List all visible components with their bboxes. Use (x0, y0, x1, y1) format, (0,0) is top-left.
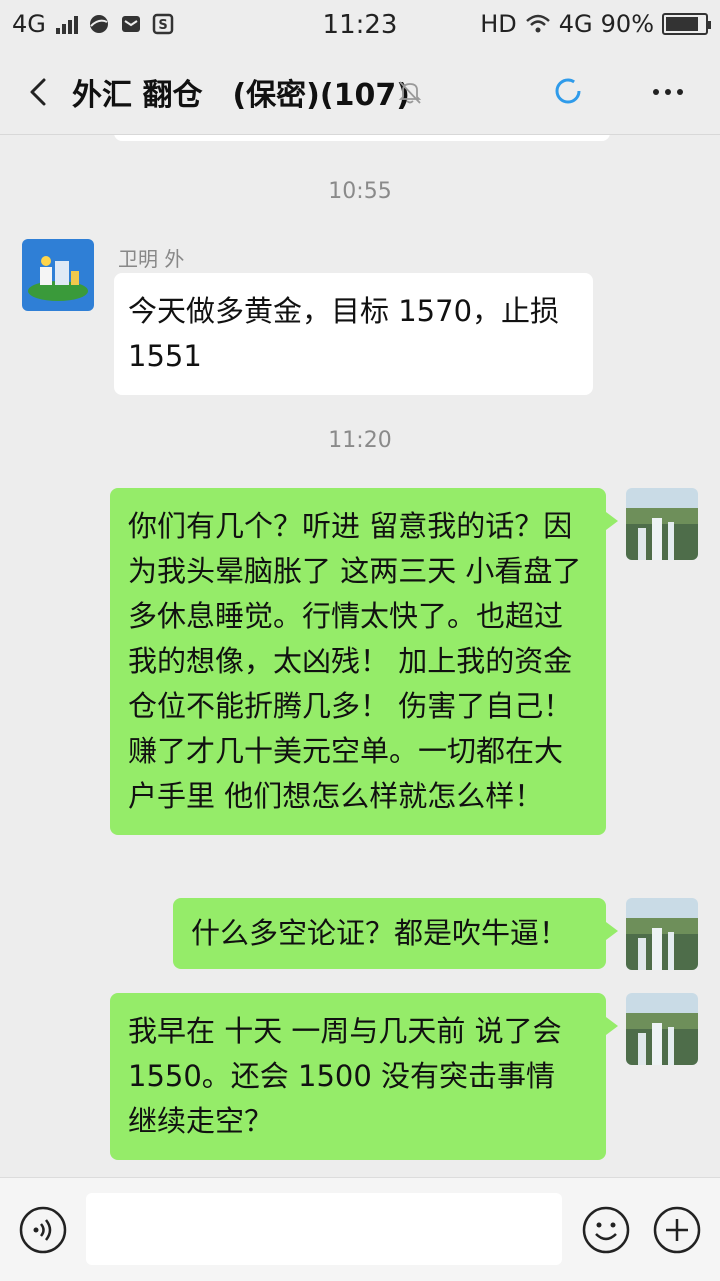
emoji-icon[interactable] (581, 1205, 631, 1255)
more-icon[interactable] (648, 78, 688, 106)
my-avatar[interactable] (626, 488, 698, 560)
wifi-icon (525, 14, 550, 33)
waterfall-avatar-image (626, 898, 698, 970)
chat-title: 外汇 翻仓 (保密)(107) (72, 78, 410, 113)
avatar-image (22, 239, 94, 311)
outgoing-message-bubble[interactable]: 什么多空论证？都是吹牛逼！ (173, 898, 618, 969)
back-icon[interactable] (20, 72, 60, 112)
loading-spinner-icon (555, 78, 581, 104)
outgoing-message-bubble[interactable]: 你们有几个？听进 留意我的话？因为我头晕脑胀了 这两三天 小看盘了 多休息睡觉。… (110, 488, 618, 835)
plus-icon[interactable] (652, 1205, 702, 1255)
incoming-message-bubble[interactable]: 今天做多黄金，目标 1570，止损 1551 (114, 273, 593, 395)
outgoing-message-bubble[interactable]: 我早在 十天 一周与几天前 说了会1550。还会 1500 没有突击事情 继续走… (110, 993, 618, 1160)
previous-message-edge (114, 135, 610, 141)
sender-avatar[interactable] (22, 239, 94, 311)
network-type-right: 4G (558, 10, 593, 38)
mute-bell-icon (398, 81, 422, 104)
status-bar: 4G S 11:23 HD 4G 90% (0, 0, 720, 50)
timestamp: 11:20 (328, 428, 392, 453)
my-avatar[interactable] (626, 993, 698, 1065)
battery-percent: 90% (600, 10, 654, 38)
waterfall-avatar-image (626, 488, 698, 560)
waterfall-avatar-image (626, 993, 698, 1065)
my-avatar[interactable] (626, 898, 698, 970)
timestamp: 10:55 (328, 179, 392, 204)
chat-header: 外汇 翻仓 (保密)(107) (0, 50, 720, 135)
voice-icon[interactable] (18, 1205, 68, 1255)
message-input[interactable] (86, 1193, 562, 1265)
message-list[interactable]: 10:55 卫明 外 今天做多黄金，目标 1570，止损 1551 11:20 … (0, 135, 720, 1177)
battery-icon (662, 13, 711, 35)
input-bar (0, 1177, 720, 1281)
sender-name: 卫明 外 (118, 247, 185, 271)
hd-label: HD (480, 10, 517, 38)
